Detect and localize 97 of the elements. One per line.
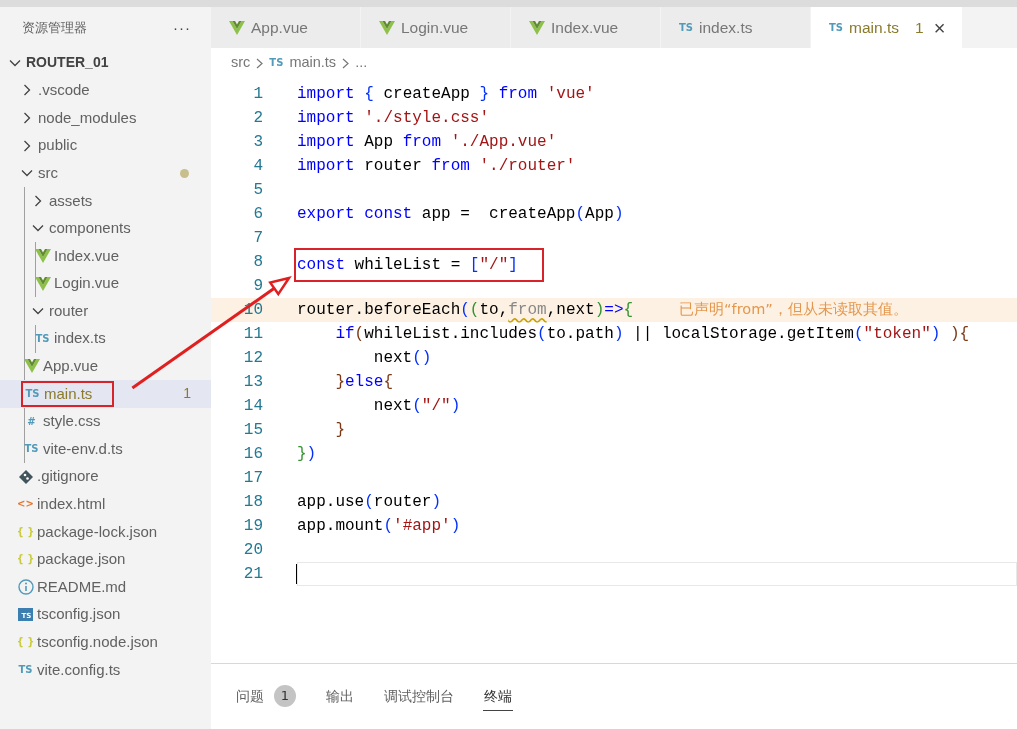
- vue-logo-icon: [379, 20, 395, 35]
- ts-file-icon: TS: [679, 22, 694, 33]
- line-number: 20: [242, 540, 263, 561]
- more-actions-button[interactable]: ···: [171, 16, 193, 40]
- line-number: 3: [252, 132, 263, 153]
- line-number: 8: [252, 252, 263, 273]
- line-number: 9: [252, 276, 263, 297]
- tree-item[interactable]: src: [38, 161, 58, 185]
- line-number: 14: [242, 396, 263, 417]
- code-line: import router from './router': [297, 156, 576, 177]
- tree-item[interactable]: .vscode: [38, 79, 90, 102]
- curly-braces-icon: { }: [16, 554, 35, 565]
- editor-tab[interactable]: App.vue: [211, 7, 361, 48]
- tree-item[interactable]: components: [49, 217, 131, 240]
- breadcrumb-item[interactable]: main.ts: [289, 52, 337, 74]
- line-number: 11: [242, 324, 263, 345]
- tree-item[interactable]: index.html: [37, 493, 106, 516]
- editor-tab[interactable]: Login.vue: [361, 7, 511, 48]
- tree-item[interactable]: tsconfig.json: [37, 603, 121, 626]
- ts-file-icon: TS: [829, 22, 844, 33]
- code-line: export const app = createApp(App): [297, 204, 624, 225]
- tree-item[interactable]: Login.vue: [54, 272, 120, 295]
- line-number: 6: [252, 204, 263, 225]
- ts-file-icon: TS: [35, 333, 50, 344]
- line-number: 17: [242, 468, 263, 489]
- curly-braces-icon: { }: [16, 526, 35, 537]
- inline-diagnostic: 已声明“from”，但从未读取其值。: [679, 300, 908, 320]
- code-line: import { createApp } from 'vue': [297, 84, 595, 105]
- line-number: 5: [252, 180, 263, 201]
- code-line: }): [297, 444, 317, 465]
- line-number: 2: [252, 108, 263, 129]
- ts-file-icon: TS: [25, 388, 40, 399]
- line-number: 1: [252, 84, 263, 105]
- diamond-icon: [18, 469, 33, 484]
- vue-logo-icon: [23, 359, 40, 374]
- line-number: 13: [242, 372, 263, 393]
- problem-count-badge: 1: [274, 685, 296, 707]
- hash-icon: #: [27, 416, 36, 427]
- angle-brackets-icon: <>: [17, 499, 34, 510]
- line-number: 7: [252, 228, 263, 249]
- code-line: const whileList = ["/"]: [297, 255, 518, 276]
- tree-item[interactable]: .gitignore: [37, 465, 99, 488]
- tree-item[interactable]: assets: [49, 189, 93, 212]
- code-line: if(whileList.includes(to.path) || localStorage.getItem("token") ){: [334, 324, 970, 345]
- tree-item[interactable]: README.md: [37, 575, 127, 599]
- code-line: router.beforeEach((to,from,next)=>{: [297, 300, 634, 321]
- breadcrumb-item[interactable]: src: [231, 52, 251, 74]
- tree-item[interactable]: style.css: [43, 410, 101, 433]
- line-number: 18: [242, 492, 263, 513]
- breadcrumb-item[interactable]: ...: [355, 52, 368, 74]
- tree-item[interactable]: public: [38, 134, 78, 157]
- code-line: }: [334, 420, 345, 441]
- editor-tab[interactable]: TS index.ts: [661, 7, 811, 48]
- line-number: 15: [242, 420, 263, 441]
- ts-file-icon: TS: [269, 58, 284, 68]
- line-number: 19: [242, 516, 263, 537]
- code-line: import './style.css': [297, 108, 490, 129]
- code-line: next("/"): [372, 396, 461, 417]
- panel-tab[interactable]: 问题 1: [235, 681, 297, 712]
- chevron-right-icon: [342, 57, 350, 69]
- line-number: 4: [252, 156, 263, 177]
- tree-item[interactable]: router: [49, 299, 89, 323]
- editor-tab[interactable]: TS main.ts 1 ×: [811, 7, 963, 48]
- info-icon: [17, 579, 34, 596]
- tree-item[interactable]: vite-env.d.ts: [43, 437, 123, 461]
- tree-item[interactable]: App.vue: [43, 355, 99, 378]
- code-line: import App from './App.vue': [297, 132, 557, 153]
- code-line: app.use(router): [297, 492, 442, 513]
- curly-braces-icon: { }: [16, 637, 35, 648]
- code-line: }else{: [334, 372, 394, 393]
- tree-item[interactable]: Index.vue: [54, 244, 120, 268]
- line-number: 21: [242, 564, 263, 585]
- tree-item[interactable]: index.ts: [54, 327, 106, 350]
- editor-tab[interactable]: Index.vue: [511, 7, 661, 48]
- project-name: ROUTER_01: [26, 53, 109, 73]
- vue-logo-icon: [34, 276, 51, 291]
- vue-logo-icon: [229, 20, 245, 35]
- vue-logo-icon: [529, 20, 545, 35]
- tree-item[interactable]: vite.config.ts: [37, 658, 121, 682]
- line-number: 12: [242, 348, 263, 369]
- line-number: 16: [242, 444, 263, 465]
- explorer-title: 资源管理器: [22, 19, 87, 38]
- tree-item[interactable]: tsconfig.node.json: [37, 631, 158, 654]
- tree-item[interactable]: package.json: [37, 548, 126, 571]
- vue-logo-icon: [34, 248, 51, 263]
- tree-item[interactable]: node_modules: [38, 106, 137, 130]
- ts-file-icon: TS: [18, 664, 33, 675]
- chevron-right-icon: [256, 57, 264, 69]
- code-line: next(): [372, 348, 432, 369]
- panel-tab[interactable]: 终端: [483, 681, 513, 712]
- code-line: app.mount('#app'): [297, 516, 461, 537]
- panel-tab[interactable]: 输出: [325, 681, 355, 712]
- panel-tab[interactable]: 调试控制台: [383, 681, 455, 712]
- problem-count: 1: [183, 384, 191, 404]
- ts-file-icon: TS: [24, 444, 39, 455]
- tree-item[interactable]: package-lock.json: [37, 520, 158, 544]
- text-cursor: [296, 564, 298, 584]
